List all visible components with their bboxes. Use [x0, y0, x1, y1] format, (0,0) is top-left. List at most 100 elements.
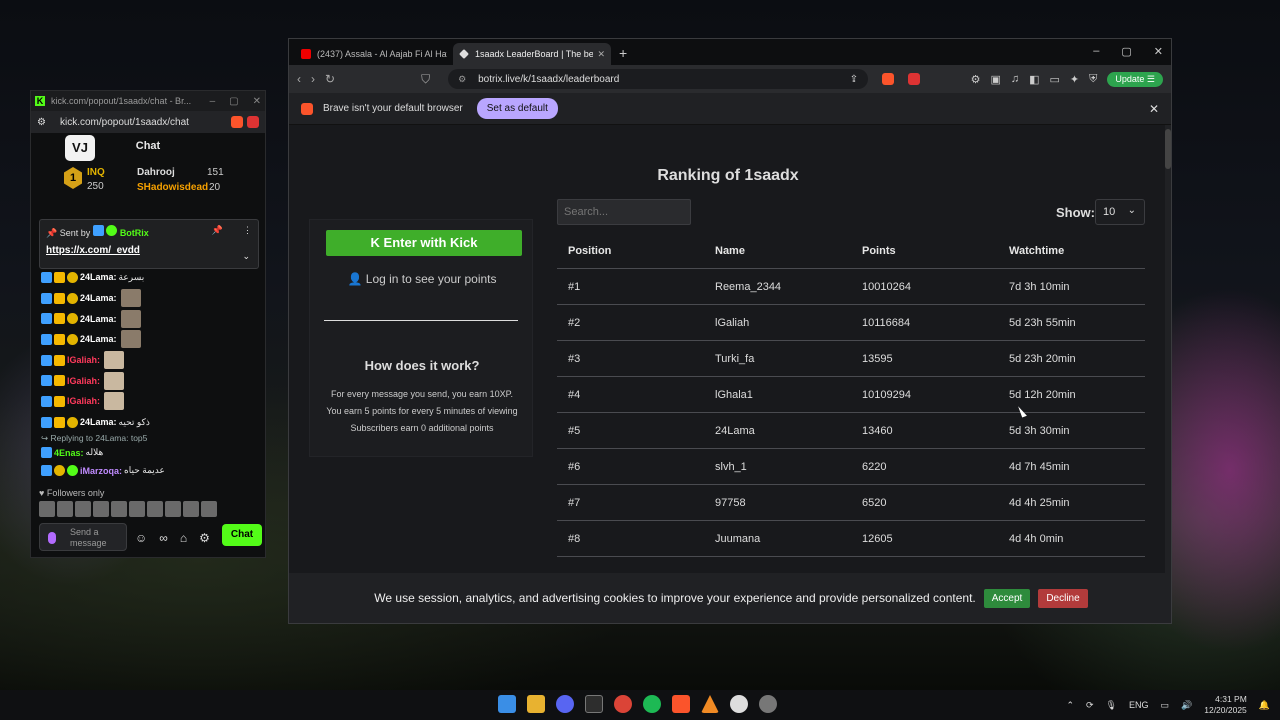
- set-default-button[interactable]: Set as default: [476, 98, 558, 119]
- windows-start-icon[interactable]: [498, 695, 516, 713]
- close-icon[interactable]: ✕: [1154, 45, 1163, 58]
- address-bar[interactable]: ⚙ botrix.live/k/1saadx/leaderboard ⇪: [448, 69, 869, 89]
- tab-leaderboard[interactable]: 1saadx LeaderBoard | The best C ✕: [453, 43, 611, 65]
- avatar[interactable]: [57, 501, 73, 517]
- chat-username[interactable]: 4Enas:: [54, 448, 84, 458]
- chat-username[interactable]: 24Lama:: [80, 293, 117, 303]
- pinned-user[interactable]: BotRix: [120, 228, 149, 238]
- chevron-down-icon[interactable]: ⌄: [242, 251, 250, 262]
- chevron-up-icon[interactable]: ⌃: [1066, 700, 1074, 711]
- sidebar-icon[interactable]: ▣: [990, 73, 1000, 86]
- more-options-icon[interactable]: ⋮: [243, 225, 252, 236]
- close-tab-icon[interactable]: ✕: [597, 49, 605, 60]
- back-icon[interactable]: ‹: [297, 72, 301, 86]
- extensions-icon[interactable]: ⚙: [971, 73, 981, 86]
- media-icon[interactable]: ♫: [1011, 73, 1019, 85]
- brave-rewards-icon[interactable]: [908, 73, 921, 85]
- avatar[interactable]: [129, 501, 145, 517]
- brave-shield-icon[interactable]: [231, 116, 243, 128]
- display-icon[interactable]: ▭: [1161, 700, 1170, 711]
- volume-icon[interactable]: 🔊: [1181, 700, 1192, 711]
- kick-url-bar[interactable]: ⚙ kick.com/popout/1saadx/chat: [31, 111, 265, 133]
- close-icon[interactable]: ✕: [1149, 102, 1159, 116]
- bookmark-icon[interactable]: ⛉: [421, 72, 430, 87]
- maximize-icon[interactable]: ▢: [1121, 45, 1131, 58]
- brave-icon[interactable]: [672, 695, 690, 713]
- pin-toggle-icon[interactable]: 📌: [212, 225, 223, 236]
- share-icon[interactable]: ⇪: [850, 74, 858, 85]
- column-header[interactable]: Name: [704, 245, 851, 257]
- chat-username[interactable]: 24Lama:: [80, 314, 117, 324]
- gear-icon[interactable]: ⚙: [199, 531, 210, 545]
- app-gear-icon[interactable]: [759, 695, 777, 713]
- avatar[interactable]: [111, 501, 127, 517]
- chat-send-button[interactable]: Chat: [222, 524, 262, 546]
- notifications-icon[interactable]: 🔔: [1259, 700, 1270, 711]
- chat-username[interactable]: 24Lama:: [80, 334, 117, 344]
- kick-url[interactable]: kick.com/popout/1saadx/chat: [60, 117, 227, 128]
- app-triangle-icon[interactable]: [701, 695, 719, 713]
- vpn-icon[interactable]: ⛨: [1089, 73, 1097, 86]
- page-size-select[interactable]: 10 ⌄: [1095, 199, 1145, 225]
- avatar[interactable]: [165, 501, 181, 517]
- enter-with-kick-button[interactable]: K Enter with Kick: [326, 230, 522, 256]
- brave-shield-icon[interactable]: [882, 73, 895, 85]
- maximize-icon[interactable]: ▢: [229, 96, 238, 107]
- xbox-icon[interactable]: [585, 695, 603, 713]
- page-scrollbar[interactable]: [1165, 125, 1171, 623]
- avatar[interactable]: [93, 501, 109, 517]
- language-indicator[interactable]: ENG: [1129, 700, 1149, 710]
- microphone-icon[interactable]: [48, 532, 56, 544]
- microphone-icon[interactable]: 🎙: [1106, 700, 1117, 711]
- reload-icon[interactable]: ↻: [325, 72, 335, 86]
- close-icon[interactable]: ✕: [253, 96, 261, 107]
- accept-cookies-button[interactable]: Accept: [983, 588, 1031, 608]
- chrome-icon[interactable]: [614, 695, 632, 713]
- site-info-icon[interactable]: ⚙: [458, 74, 468, 85]
- file-explorer-icon[interactable]: [527, 695, 545, 713]
- avatar[interactable]: [39, 501, 55, 517]
- chat-username[interactable]: lGaliah:: [67, 376, 100, 386]
- tab-youtube[interactable]: (2437) Assala - Al Aajab Fi Al Hav: [295, 43, 453, 65]
- verified-badge-icon: [41, 375, 52, 387]
- decline-cookies-button[interactable]: Decline: [1038, 588, 1088, 608]
- column-header[interactable]: Points: [851, 245, 998, 257]
- column-header[interactable]: Watchtime: [998, 245, 1145, 257]
- spotify-icon[interactable]: [643, 695, 661, 713]
- infinity-icon[interactable]: ∞: [159, 531, 168, 545]
- chat-username[interactable]: 24Lama:: [80, 417, 117, 427]
- minimize-icon[interactable]: –: [1093, 45, 1099, 58]
- minimize-icon[interactable]: –: [210, 96, 216, 107]
- pinned-message[interactable]: 📌 Sent by BotRix ⋮ 📌 https://x.com/_evdd…: [39, 219, 259, 269]
- app-circle-icon[interactable]: [730, 695, 748, 713]
- chat-username[interactable]: lGaliah:: [67, 355, 100, 365]
- avatar[interactable]: [201, 501, 217, 517]
- sync-icon[interactable]: ⟳: [1086, 700, 1094, 711]
- new-tab-button[interactable]: +: [611, 45, 635, 65]
- site-settings-icon[interactable]: ⚙: [37, 117, 46, 128]
- chat-message-input[interactable]: Send a message: [39, 523, 127, 551]
- store-icon[interactable]: ⌂: [180, 531, 187, 545]
- chat-username[interactable]: lGaliah:: [67, 396, 100, 406]
- avatar[interactable]: [75, 501, 91, 517]
- clock[interactable]: 4:31 PM 12/20/2025: [1204, 694, 1247, 716]
- chat-username[interactable]: iMarzoqa:: [80, 466, 122, 476]
- reply-context[interactable]: ↪ Replying to 24Lama: top5: [41, 433, 261, 445]
- pinned-link[interactable]: https://x.com/_evdd: [46, 245, 252, 256]
- avatar[interactable]: [147, 501, 163, 517]
- login-prompt[interactable]: 👤 Log in to see your points: [310, 272, 534, 286]
- update-button[interactable]: Update ☰: [1107, 71, 1163, 87]
- search-input[interactable]: [557, 199, 691, 225]
- wallet-icon[interactable]: ▭: [1050, 73, 1060, 86]
- brave-rewards-icon[interactable]: [247, 116, 259, 128]
- split-view-icon[interactable]: ◧: [1029, 73, 1039, 86]
- discord-icon[interactable]: [556, 695, 574, 713]
- chat-username[interactable]: 24Lama:: [80, 272, 117, 282]
- column-header[interactable]: Position: [557, 245, 704, 257]
- forward-icon[interactable]: ›: [311, 72, 315, 86]
- url-text[interactable]: botrix.live/k/1saadx/leaderboard: [478, 74, 619, 85]
- emoji-icon[interactable]: ☺: [135, 531, 147, 545]
- avatar[interactable]: [183, 501, 199, 517]
- leo-ai-icon[interactable]: ✦: [1070, 73, 1079, 86]
- scrollbar-thumb[interactable]: [1165, 129, 1171, 169]
